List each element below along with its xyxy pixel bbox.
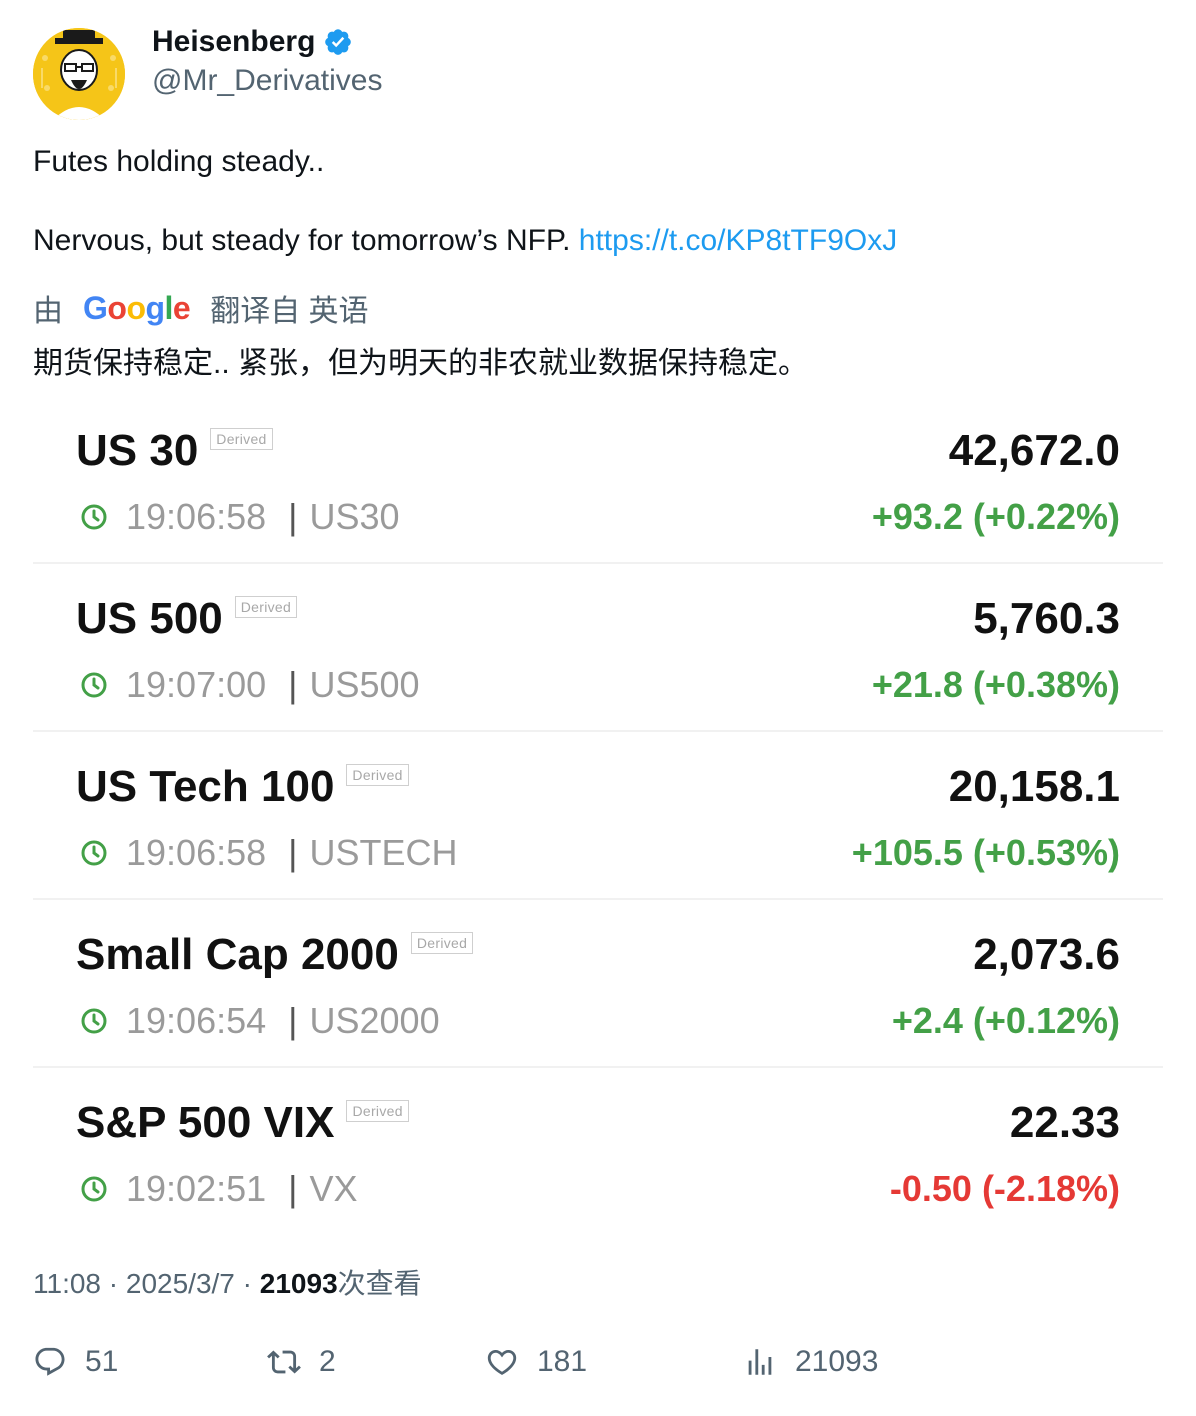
meta-dot: · — [242, 1268, 252, 1299]
quote-row: S&P 500 VIX Derived 19:02:51 | VX 22.33 … — [33, 1068, 1163, 1236]
instrument-time-row: 19:06:58 | USTECH — [80, 832, 458, 874]
quote-row: US 500 Derived 19:07:00 | US500 5,760.3 … — [33, 564, 1163, 732]
quote-time: 19:07:00 — [126, 664, 267, 705]
author-handle[interactable]: @Mr_Derivatives — [152, 64, 383, 98]
author-name[interactable]: Heisenberg — [152, 25, 315, 59]
google-letter: G — [83, 289, 108, 326]
quote-price: 22.33 — [1009, 1098, 1120, 1147]
like-count: 181 — [537, 1345, 588, 1378]
derived-tag: Derived — [234, 596, 298, 618]
retweet-button[interactable]: 2 — [267, 1345, 336, 1379]
instrument-time-row: 19:06:58 | US30 — [80, 496, 400, 538]
views-total: 21093 — [795, 1345, 879, 1378]
quote-time: 19:06:58 — [126, 832, 267, 873]
views-button[interactable]: 21093 — [743, 1345, 878, 1379]
google-letter: g — [145, 289, 165, 326]
google-letter: o — [126, 289, 146, 326]
tweet-text-line-2: Nervous, but steady for tomorrow’s NFP. … — [33, 224, 897, 258]
quote-time: 19:06:58 — [126, 496, 267, 537]
instrument-title: S&P 500 VIX — [76, 1098, 335, 1147]
meta-dot: · — [108, 1268, 119, 1299]
instrument-name: US Tech 100 Derived — [76, 762, 409, 812]
instrument-name: Small Cap 2000 Derived — [76, 930, 474, 980]
quote-price: 42,672.0 — [948, 426, 1120, 475]
verified-badge-icon — [325, 29, 352, 55]
avatar-illustration — [33, 28, 125, 120]
quote-row: US 30 Derived 19:06:58 | US30 42,672.0 +… — [33, 396, 1163, 564]
instrument-name: US 500 Derived — [76, 594, 298, 644]
clock-icon — [81, 504, 107, 530]
quote-symbol: US2000 — [309, 1000, 440, 1041]
google-letter: o — [107, 289, 127, 326]
author-name-row: Heisenberg — [152, 24, 353, 60]
quote-time: 19:02:51 — [126, 1168, 267, 1209]
quote-time: 19:06:54 — [126, 1000, 267, 1041]
like-icon — [487, 1349, 517, 1375]
quote-price: 20,158.1 — [948, 762, 1120, 811]
google-letter: e — [172, 289, 191, 326]
clock-icon — [81, 1008, 107, 1034]
instrument-name: US 30 Derived — [76, 426, 273, 476]
clock-icon — [81, 1176, 107, 1202]
quote-row: US Tech 100 Derived 19:06:58 | USTECH 20… — [33, 732, 1163, 900]
google-logo: Google — [83, 289, 191, 327]
clock-icon — [81, 672, 107, 698]
separator: | — [288, 496, 298, 537]
views-count: 21093 — [259, 1268, 338, 1299]
derived-tag: Derived — [210, 428, 273, 450]
tweet-text: Nervous, but steady for tomorrow’s NFP. — [33, 224, 571, 257]
quote-symbol: US30 — [309, 496, 400, 537]
tweet-link[interactable]: https://t.co/KP8tTF9OxJ — [579, 224, 897, 257]
instrument-name: S&P 500 VIX Derived — [76, 1098, 409, 1148]
clock-icon — [81, 840, 107, 866]
reply-button[interactable]: 51 — [33, 1345, 118, 1379]
retweet-icon — [267, 1350, 301, 1374]
separator: | — [288, 1000, 298, 1041]
tweet-text-line-1: Futes holding steady.. — [33, 145, 325, 178]
quote-change: +21.8 (+0.38%) — [871, 664, 1120, 705]
quote-price: 5,760.3 — [973, 594, 1120, 643]
google-letter: l — [164, 289, 174, 326]
instrument-title: US Tech 100 — [76, 762, 335, 811]
instrument-time-row: 19:06:54 | US2000 — [80, 1000, 440, 1042]
tweet-header: Heisenberg @Mr_Derivatives — [33, 24, 633, 124]
separator: | — [288, 832, 298, 873]
quote-price: 2,073.6 — [973, 930, 1120, 979]
quote-image[interactable]: US 30 Derived 19:06:58 | US30 42,672.0 +… — [33, 396, 1163, 1236]
derived-tag: Derived — [410, 932, 474, 954]
quote-row: Small Cap 2000 Derived 19:06:54 | US2000… — [33, 900, 1163, 1068]
translation-attribution: 由 Google 翻译自 英语 — [33, 288, 369, 329]
quote-change: +93.2 (+0.22%) — [871, 496, 1120, 537]
views-suffix: 次查看 — [337, 1268, 422, 1299]
instrument-title: Small Cap 2000 — [76, 930, 399, 979]
tweet-meta: 11:08 · 2025/3/7 · 21093次查看 — [33, 1262, 422, 1302]
separator: | — [288, 664, 298, 705]
instrument-time-row: 19:02:51 | VX — [80, 1168, 358, 1210]
quote-change: +2.4 (+0.12%) — [891, 1000, 1120, 1041]
instrument-title: US 30 — [76, 426, 199, 475]
quote-symbol: USTECH — [309, 832, 458, 873]
translated-from-label: 翻译自 英语 — [210, 295, 369, 328]
reply-count: 51 — [85, 1345, 119, 1378]
translated-by-label: 由 — [33, 295, 63, 328]
reply-icon — [35, 1347, 65, 1376]
derived-tag: Derived — [346, 764, 409, 786]
tweet-date[interactable]: 2025/3/7 — [126, 1268, 235, 1299]
quote-change: -0.50 (-2.18%) — [889, 1168, 1120, 1209]
like-button[interactable]: 181 — [485, 1345, 587, 1379]
translated-text: 期货保持稳定.. 紧张，但为明天的非农就业数据保持稳定。 — [33, 347, 809, 380]
action-bar: 51 2 181 21093 — [33, 1345, 1163, 1391]
instrument-time-row: 19:07:00 | US500 — [80, 664, 420, 706]
retweet-count: 2 — [319, 1345, 336, 1378]
quote-symbol: US500 — [309, 664, 420, 705]
quote-symbol: VX — [309, 1168, 358, 1209]
quote-change: +105.5 (+0.53%) — [851, 832, 1120, 873]
derived-tag: Derived — [346, 1100, 409, 1122]
avatar[interactable] — [33, 28, 125, 120]
tweet-time[interactable]: 11:08 — [33, 1268, 101, 1299]
separator: | — [288, 1168, 298, 1209]
views-icon — [748, 1349, 772, 1375]
instrument-title: US 500 — [76, 594, 223, 643]
